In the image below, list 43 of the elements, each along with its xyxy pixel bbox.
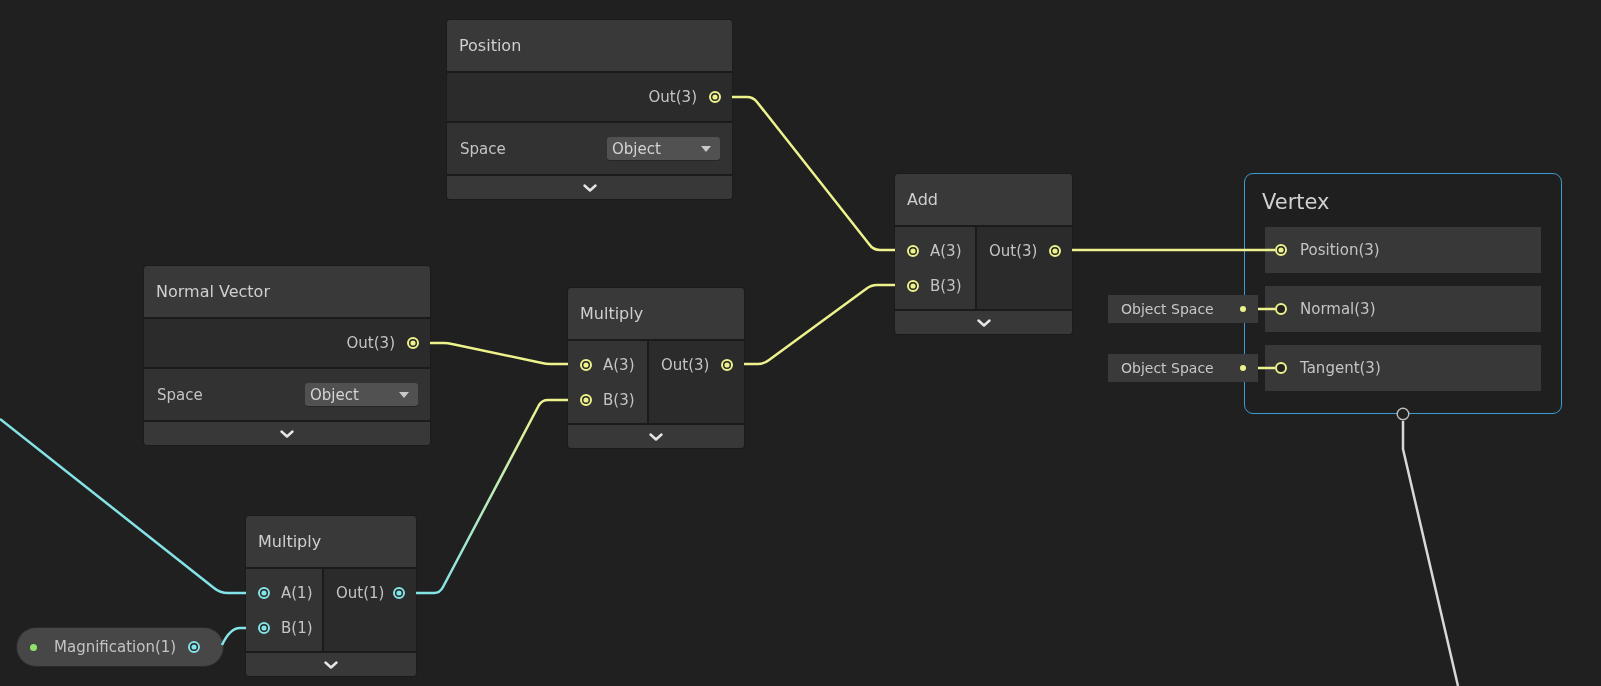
port-label: Out(1): [336, 583, 385, 602]
wire: [1258, 307, 1275, 311]
port-label: Tangent(3): [1300, 359, 1381, 377]
property-label: Magnification(1): [54, 638, 177, 656]
port-icon[interactable]: [393, 586, 405, 599]
port-icon[interactable]: [188, 641, 201, 653]
port-label: Position(3): [1300, 241, 1380, 259]
port-icon[interactable]: [258, 621, 270, 634]
dot-icon: [1240, 306, 1246, 312]
caret-icon: [701, 145, 711, 152]
node-title: Multiply: [246, 516, 416, 567]
node-title: Position: [447, 20, 732, 71]
port-label: Out(3): [989, 241, 1038, 260]
wire: [1258, 366, 1275, 370]
port-label: B(3): [930, 276, 962, 295]
port-icon[interactable]: [1396, 407, 1410, 421]
graph-node[interactable]: Multiply A(1) B(1) Out(1): [246, 516, 416, 676]
property-node[interactable]: Magnification(1): [17, 628, 224, 666]
port-label: A(3): [603, 355, 635, 374]
dropdown[interactable]: Object: [305, 383, 418, 406]
node-title: Add: [895, 174, 1072, 225]
port-label: B(3): [603, 390, 635, 409]
dot-icon: [1240, 365, 1246, 371]
port-label: Out(3): [346, 334, 395, 352]
graph-node[interactable]: Position Out(3) Space Object: [447, 20, 732, 199]
graph-node[interactable]: Normal Vector Out(3) Space Object: [144, 266, 430, 445]
port-label: Normal(3): [1300, 300, 1376, 318]
node-title: Multiply: [568, 288, 744, 339]
caret-icon: [399, 391, 409, 398]
property-label: Space: [460, 139, 506, 158]
port-label: Out(3): [661, 355, 710, 374]
node-title: Normal Vector: [144, 266, 430, 317]
port-label: B(1): [281, 618, 313, 637]
inline-value-field[interactable]: Object Space: [1108, 354, 1258, 382]
dropdown[interactable]: Object: [607, 137, 720, 160]
block-title: Vertex: [1261, 189, 1331, 216]
port-label: Out(3): [648, 88, 697, 106]
port-label: A(1): [281, 583, 313, 602]
property-label: Space: [157, 385, 203, 404]
inline-value-field[interactable]: Object Space: [1108, 295, 1258, 323]
wire: [220, 626, 246, 646]
port-icon[interactable]: [258, 586, 270, 599]
port-label: A(3): [930, 241, 962, 260]
